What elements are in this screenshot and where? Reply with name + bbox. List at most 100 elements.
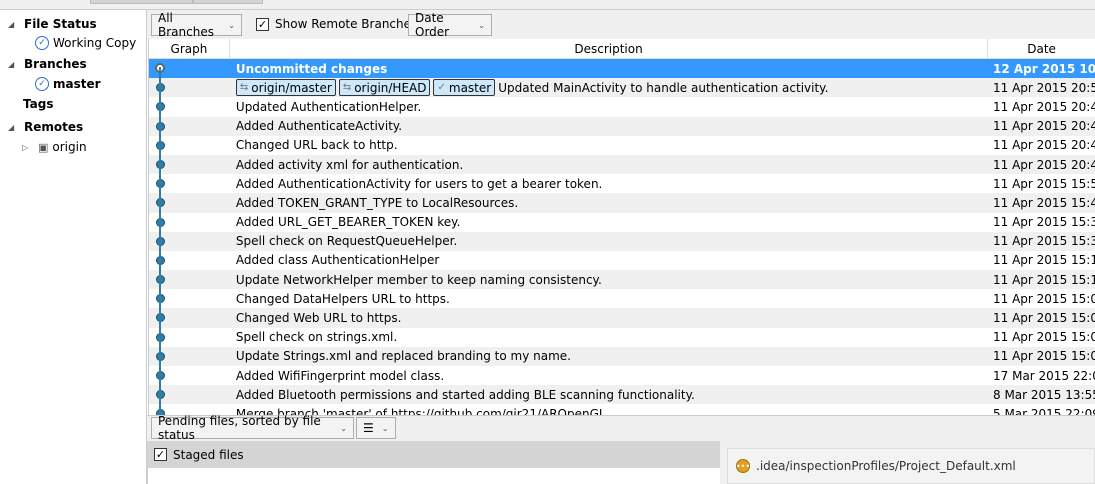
pending-sort-dropdown[interactable]: Pending files, sorted by file status ⌄ [151, 414, 354, 442]
table-row[interactable]: Changed URL back to http. 11 Apr 2015 20:… [149, 136, 1095, 155]
show-remote-checkbox[interactable]: ✓ Show Remote Branches [256, 17, 417, 31]
graph-cell [149, 78, 230, 97]
collapse-icon: ◢ [8, 59, 15, 69]
sidebar-item-working-copy[interactable]: ✓ Working Copy [35, 36, 136, 50]
chevron-down-icon: ⌄ [228, 20, 235, 30]
collapse-icon: ◢ [8, 122, 15, 132]
branch-filter-dropdown[interactable]: All Branches ⌄ [151, 11, 242, 39]
table-row[interactable]: Added AuthenticationActivity for users t… [149, 174, 1095, 193]
graph-cell [149, 289, 230, 308]
description-cell: Added class AuthenticationHelper [235, 253, 440, 268]
table-row[interactable]: Update NetworkHelper member to keep nami… [149, 270, 1095, 290]
table-row[interactable]: Changed DataHelpers URL to https. 11 Apr … [149, 289, 1095, 308]
graph-cell [149, 347, 230, 366]
staged-files-header[interactable]: ✓ Staged files [147, 441, 720, 468]
table-row[interactable]: Added TOKEN_GRANT_TYPE to LocalResources… [149, 193, 1095, 213]
remote-branch-icon: ⇆ [239, 82, 249, 94]
table-row[interactable]: Added AuthenticateActivity. 11 Apr 2015 2… [149, 116, 1095, 136]
view-mode-dropdown[interactable]: ☰ ⌄ [356, 417, 396, 439]
column-header-graph[interactable]: Graph [149, 39, 230, 58]
list-icon: ☰ [363, 421, 374, 435]
description-cell: Added WifiFingerprint model class. [235, 368, 445, 383]
sidebar: ◢ File Status ✓ Working Copy ◢ Branches ✓ ma… [0, 10, 147, 484]
graph-cell [149, 385, 230, 404]
table-row[interactable]: Added class AuthenticationHelper 11 Apr 2… [149, 251, 1095, 270]
date-cell: 11 Apr 2015 20:48 [993, 138, 1095, 153]
date-cell: 11 Apr 2015 20:49 [993, 99, 1095, 114]
date-cell: 11 Apr 2015 15:57 [993, 176, 1095, 191]
remote-branch-icon: ⇆ [342, 82, 352, 94]
table-row[interactable]: Added Bluetooth permissions and started … [149, 385, 1095, 405]
sidebar-branches[interactable]: ◢ Branches [8, 57, 87, 71]
column-header-date[interactable]: Date [988, 39, 1095, 58]
log-toolbar: All Branches ⌄ ✓ Show Remote Branches Date… [147, 10, 1095, 39]
table-row[interactable]: Spell check on RequestQueueHelper. 11 Apr… [149, 231, 1095, 251]
column-header-description[interactable]: Description [230, 39, 989, 58]
graph-cell [149, 213, 230, 232]
check-icon: ✓ [35, 36, 49, 50]
table-row[interactable]: ⇆ origin/master ⇆ origin/HEAD ✓ master Updated… [149, 78, 1095, 98]
tab[interactable] [90, 0, 193, 4]
date-cell: 17 Mar 2015 22:04 [993, 368, 1095, 383]
date-cell: 11 Apr 2015 15:04 [993, 311, 1095, 326]
table-row[interactable]: Added activity xml for authentication. 11… [149, 154, 1095, 175]
date-cell: 11 Apr 2015 15:39 [993, 215, 1095, 230]
collapse-icon: ◢ [8, 19, 15, 29]
description-cell: Update Strings.xml and replaced branding… [235, 349, 571, 364]
pending-toolbar: Pending files, sorted by file status ⌄ ☰ ⌄ [147, 414, 1095, 442]
sidebar-file-status[interactable]: ◢ File Status [8, 17, 97, 31]
table-header: Graph Description Date [149, 39, 1095, 59]
expand-icon: ▷ [22, 142, 29, 152]
table-row[interactable]: Spell check on strings.xml. 11 Apr 2015 1… [149, 328, 1095, 347]
description-cell: Changed URL back to http. [235, 138, 398, 153]
date-cell: 11 Apr 2015 20:48 [993, 119, 1095, 134]
description-cell: Merge branch 'master' of https://github.… [235, 406, 606, 415]
table-row[interactable]: Updated AuthenticationHelper. 11 Apr 2015… [149, 97, 1095, 116]
checkbox-checked-icon: ✓ [154, 448, 167, 461]
table-row[interactable]: Added WifiFingerprint model class. 17 Mar… [149, 366, 1095, 385]
description-cell: ⇆ origin/master ⇆ origin/HEAD ✓ master Updated… [230, 79, 988, 97]
date-cell: 12 Apr 2015 10:16 [993, 61, 1095, 76]
description-cell: Added AuthenticationActivity for users t… [235, 176, 603, 191]
date-cell: 11 Apr 2015 15:46 [993, 195, 1095, 210]
chevron-down-icon: ⌄ [381, 423, 389, 433]
remote-icon: ▣ [38, 140, 49, 154]
sidebar-tags[interactable]: Tags [23, 97, 53, 111]
order-dropdown[interactable]: Date Order ⌄ [408, 11, 492, 39]
branch-badge[interactable]: ✓ master [433, 79, 496, 97]
description-cell: Updated AuthenticationHelper. [235, 99, 422, 114]
graph-cell [149, 155, 230, 174]
sidebar-item-master[interactable]: ✓ master [35, 77, 101, 91]
table-row[interactable]: Changed Web URL to https. 11 Apr 2015 15:… [149, 308, 1095, 328]
description-cell: Uncommitted changes [235, 61, 388, 76]
description-cell: Changed DataHelpers URL to https. [235, 291, 450, 306]
table-row[interactable]: Added URL_GET_BEARER_TOKEN key. 11 Apr 20… [149, 213, 1095, 232]
date-cell: 11 Apr 2015 20:47 [993, 157, 1095, 172]
graph-cell [149, 117, 230, 136]
description-cell: Added Bluetooth permissions and started … [235, 387, 695, 402]
diff-file-header[interactable]: ••• .idea/inspectionProfiles/Project_Defa… [727, 448, 1095, 484]
description-cell: Spell check on RequestQueueHelper. [235, 234, 458, 249]
branch-icon: ✓ [35, 77, 49, 91]
graph-cell [149, 174, 230, 193]
branch-badge[interactable]: ⇆ origin/HEAD [338, 79, 431, 97]
table-row[interactable]: Uncommitted changes 12 Apr 2015 10:16 [149, 59, 1095, 79]
graph-cell [149, 251, 230, 270]
sidebar-item-origin[interactable]: ▷ ▣ origin [22, 140, 87, 154]
tab[interactable] [193, 0, 263, 4]
graph-cell [149, 328, 230, 347]
graph-cell [149, 193, 230, 212]
description-cell: Added activity xml for authentication. [235, 157, 464, 172]
date-cell: 11 Apr 2015 15:02 [993, 330, 1095, 345]
table-row[interactable]: Update Strings.xml and replaced branding… [149, 346, 1095, 366]
description-cell: Spell check on strings.xml. [235, 330, 398, 345]
branch-badge[interactable]: ⇆ origin/master [235, 79, 336, 97]
graph-branch-line [159, 67, 161, 415]
checkbox-checked-icon: ✓ [256, 17, 269, 31]
date-cell: 11 Apr 2015 15:13 [993, 272, 1095, 287]
staged-files-list [147, 468, 720, 484]
date-cell: 11 Apr 2015 15:01 [993, 349, 1095, 364]
graph-cell [149, 136, 230, 155]
description-cell: Changed Web URL to https. [235, 311, 402, 326]
sidebar-remotes[interactable]: ◢ Remotes [8, 120, 83, 134]
